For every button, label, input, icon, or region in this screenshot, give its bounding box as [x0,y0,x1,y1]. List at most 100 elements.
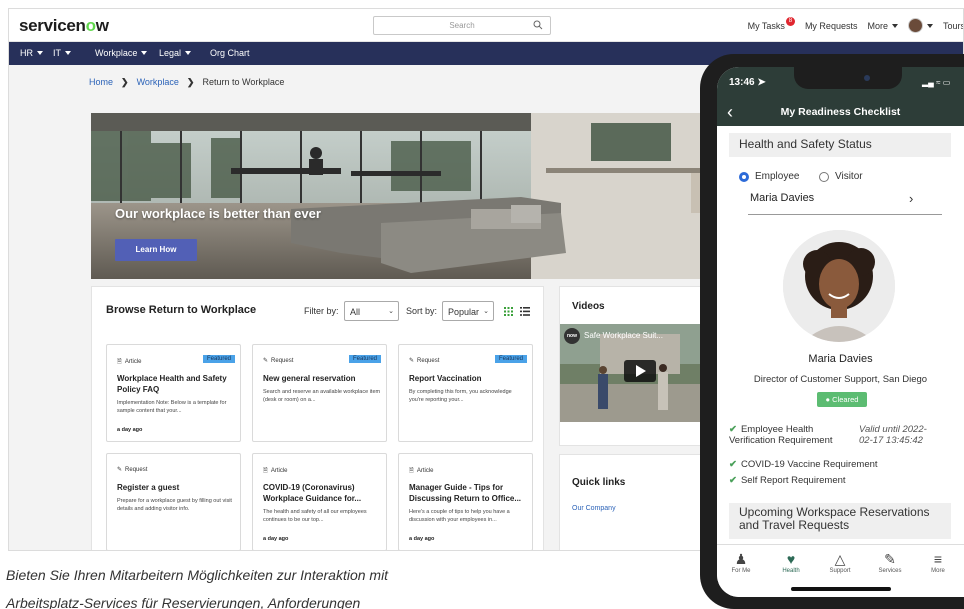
section-health-status: Health and Safety Status [729,133,951,157]
tab-health[interactable]: ♥ Health [771,551,811,574]
card-item[interactable]: ✎ Request Featured Report Vaccination By … [398,344,533,442]
servicenow-logo[interactable]: servicenow [19,16,109,36]
request-icon: ✎ [117,467,123,473]
card-item[interactable]: ✎ Request Featured New general reservatio… [252,344,387,442]
clock-time: 13:46 [729,77,755,88]
video-player[interactable]: now Safe Workplace Suit... [560,324,720,422]
card-type: 🗎 Article [409,466,434,476]
avatar [907,18,923,33]
list-view-icon[interactable] [520,307,530,316]
more-menu[interactable]: More [867,21,898,31]
menu-label: Workplace [95,48,138,58]
menu-hr[interactable]: HR [20,48,43,58]
quick-link-our-company[interactable]: Our Company [572,505,616,512]
tab-more[interactable]: ≡ More [918,551,958,574]
featured-badge: Featured [202,355,235,363]
breadcrumb: Home ❯ Workplace ❯ Return to Workplace [89,77,284,88]
menu-label: Legal [159,48,182,58]
caption-line-2: Arbeitsplatz-Services für Reservierungen… [6,595,361,609]
search-placeholder: Search [449,21,475,30]
card-item[interactable]: ✎ Request Register a guest Prepare for a … [106,453,241,550]
person-field[interactable]: Maria Davies [750,192,814,204]
user-menu[interactable] [907,18,933,33]
status-icons: ▂▄ ≈ ▭ [922,78,950,87]
card-type-label: Request [125,466,148,473]
videos-panel: Videos now Safe Workplace Suit... [559,286,720,446]
tasks-badge: 8 [785,17,795,26]
status-label: Cleared [832,395,859,404]
menu-workplace[interactable]: Workplace [95,48,148,58]
card-item[interactable]: 🗎 Article Manager Guide - Tips for Discus… [398,453,533,550]
wifi-icon: ≈ [936,78,941,87]
radio-unselected-icon [819,171,829,182]
check-icon: ✔ [729,424,737,435]
phone-notch [794,67,902,89]
my-requests-link[interactable]: My Requests [805,21,858,31]
tours-link[interactable]: Tours [943,21,963,31]
card-type-label: Article [124,359,142,365]
menu-legal[interactable]: Legal [159,48,192,58]
card-item[interactable]: 🗎 Article Featured Workplace Health and S… [106,344,241,442]
tab-services[interactable]: ✎ Services [870,551,910,574]
hero-banner: Our workplace is better than ever Learn … [91,113,731,279]
caption-line-1: Bieten Sie Ihren Mitarbeitern Möglichkei… [6,567,389,583]
chevron-down-icon: ⌄ [388,308,394,315]
heart-icon: ♥ [786,551,796,567]
status-badge: ● Cleared [817,392,867,407]
my-tasks-link[interactable]: My Tasks 8 [747,17,795,31]
filter-select[interactable]: All ⌄ [344,301,399,321]
radio-selected-icon [739,171,749,182]
radio-employee[interactable]: Employee [739,171,799,182]
chevron-right-icon[interactable]: › [909,191,913,206]
learn-how-button[interactable]: Learn How [115,239,197,261]
menu-org-chart[interactable]: Org Chart [210,48,250,58]
chevron-down-icon [891,23,898,28]
chevron-down-icon [65,51,71,55]
my-tasks-label: My Tasks [747,20,785,31]
requirement-label: Self Report Requirement [740,475,846,486]
sort-label: Sort by: [406,306,438,316]
tab-support[interactable]: △ Support [820,551,860,574]
grid-view-icon[interactable] [504,307,513,316]
menu-label: IT [53,48,61,58]
search-input[interactable]: Search [373,16,551,35]
request-icon: ✎ [409,358,415,364]
requirement-item: ✔ COVID-19 Vaccine Requirement [729,459,878,470]
person-icon: ♟ [734,551,748,567]
card-description: The health and safety of all our employe… [263,509,367,523]
browse-panel: Browse Return to Workplace Filter by: Al… [91,286,544,550]
requirement-label-2: Verification Requirement [729,435,833,446]
radio-label: Visitor [835,171,863,182]
requirement-label: Employee Health [740,424,814,435]
article-icon: 🗎 [263,468,268,474]
card-date: a day ago [263,536,289,542]
menu-it[interactable]: IT [53,48,71,58]
card-title: New general reservation [263,374,356,383]
radio-visitor[interactable]: Visitor [819,171,863,182]
filter-label: Filter by: [304,306,339,316]
logo-o: o [85,16,96,35]
card-item[interactable]: 🗎 Article COVID-19 (Coronavirus) Workplac… [252,453,387,550]
field-underline [748,214,942,215]
hero-headline: Our workplace is better than ever [115,206,321,221]
valid-until: Valid until 2022- 02-17 13:45:42 [859,424,927,446]
video-title: Safe Workplace Suit... [584,331,663,340]
featured-badge: Featured [494,355,527,363]
sort-select[interactable]: Popular ⌄ [442,301,494,321]
card-description: Search and reserve an available workplac… [263,389,381,403]
edit-icon: ✎ [884,551,896,567]
card-description: Prepare for a workplace guest by filling… [117,498,232,512]
quick-links-title: Quick links [572,477,626,488]
tab-for-me[interactable]: ♟ For Me [721,551,761,574]
card-date: a day ago [409,536,435,542]
tab-label: More [931,568,945,574]
search-icon [533,20,543,30]
filter-value: All [350,307,361,317]
article-icon: 🗎 [409,468,414,474]
dot-icon: ● [825,395,831,404]
featured-badge: Featured [348,355,381,363]
card-type: ✎ Request [409,357,439,365]
breadcrumb-home[interactable]: Home [89,77,113,87]
breadcrumb-workplace[interactable]: Workplace [137,77,179,87]
request-icon: ✎ [263,358,269,364]
